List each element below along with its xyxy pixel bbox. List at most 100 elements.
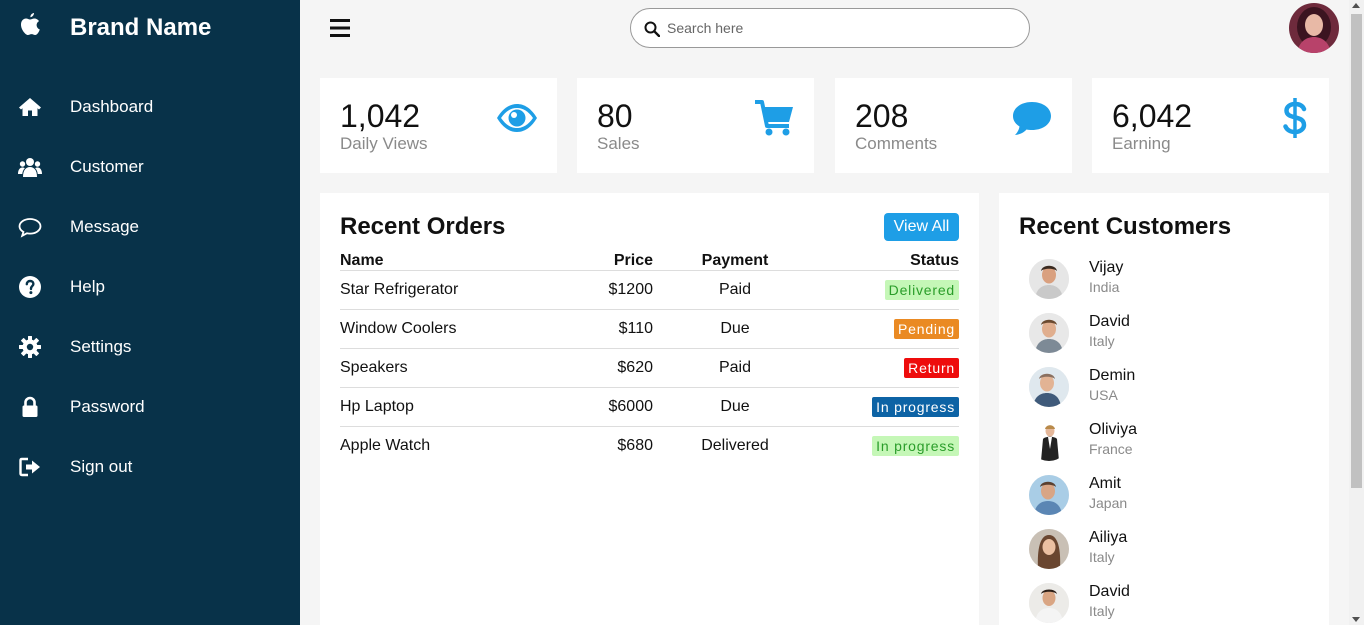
comment-icon (1013, 102, 1051, 135)
order-payment: Paid (653, 269, 817, 309)
sidebar-item-sign-out[interactable]: Sign out (0, 442, 300, 492)
sidebar-item-dashboard[interactable]: Dashboard (0, 82, 300, 132)
order-price: $620 (570, 347, 653, 387)
list-item[interactable]: Oliviya France (1029, 421, 1309, 475)
stat-card-comments[interactable]: 208 Comments (835, 78, 1072, 173)
col-status-header: Status (910, 251, 959, 269)
order-payment: Paid (653, 347, 817, 387)
sidebar-item-password[interactable]: Password (0, 382, 300, 432)
search-icon (644, 21, 660, 37)
card-label: Daily Views (340, 134, 428, 153)
page-scrollbar[interactable] (1349, 0, 1364, 625)
table-header-row: Name Price Payment Status (340, 249, 959, 270)
scroll-down-arrow[interactable] (1352, 617, 1360, 622)
help-icon (19, 276, 41, 298)
list-item[interactable]: David Italy (1029, 583, 1309, 625)
table-row[interactable]: Speakers $620 Paid Return (340, 347, 959, 387)
customer-name: Amit (1089, 475, 1121, 492)
customer-avatar (1029, 367, 1069, 407)
stat-card-earning[interactable]: 6,042 Earning (1092, 78, 1329, 173)
users-icon (18, 158, 42, 177)
sign-out-icon (19, 457, 40, 477)
table-row[interactable]: Window Coolers $110 Due Pending (340, 308, 959, 348)
sidebar-item-message[interactable]: Message (0, 202, 300, 252)
brand[interactable]: Brand Name (0, 0, 300, 58)
table-row[interactable]: Apple Watch $680 Delivered In progress (340, 425, 959, 465)
order-price: $110 (570, 308, 653, 348)
order-name: Speakers (340, 347, 570, 387)
list-item[interactable]: David Italy (1029, 313, 1309, 367)
card-label: Sales (597, 134, 640, 153)
col-payment-header: Payment (701, 251, 769, 269)
lock-icon (22, 396, 38, 417)
sidebar-item-label: Customer (70, 157, 144, 176)
customer-country: Japan (1089, 495, 1128, 511)
customer-name: Ailiya (1089, 529, 1128, 546)
customer-country: France (1089, 441, 1133, 457)
card-label: Earning (1112, 134, 1171, 153)
list-item[interactable]: Demin USA (1029, 367, 1309, 421)
search-input[interactable] (667, 15, 1017, 41)
scrollbar-thumb[interactable] (1351, 14, 1362, 488)
scroll-up-arrow[interactable] (1352, 3, 1360, 8)
view-all-button[interactable]: View All (884, 213, 959, 241)
order-payment: Delivered (653, 425, 817, 465)
sidebar-item-label: Help (70, 277, 105, 296)
home-icon (19, 98, 41, 116)
sidebar-item-label: Message (70, 217, 139, 236)
user-avatar[interactable] (1289, 3, 1339, 53)
status-badge: Return (904, 357, 959, 378)
table-row[interactable]: Hp Laptop $6000 Due In progress (340, 386, 959, 426)
eye-icon (497, 104, 537, 132)
dollar-icon (1283, 98, 1307, 138)
stat-card-views[interactable]: 1,042 Daily Views (320, 78, 557, 173)
sidebar-item-label: Password (70, 397, 145, 416)
order-name: Star Refrigerator (340, 269, 570, 309)
recent-orders-panel: Recent Orders View All Name Price Paymen… (320, 193, 979, 625)
list-item[interactable]: Ailiya Italy (1029, 529, 1309, 583)
recent-customers-title: Recent Customers (1019, 213, 1232, 240)
card-label: Comments (855, 134, 938, 153)
sidebar-item-customer[interactable]: Customer (0, 142, 300, 192)
recent-orders-title: Recent Orders (340, 213, 506, 240)
status-badge: In progress (872, 396, 959, 417)
col-price-header: Price (613, 251, 653, 269)
gear-icon (19, 336, 41, 358)
customer-country: USA (1089, 387, 1118, 403)
customer-name: Oliviya (1089, 421, 1138, 438)
order-payment: Due (653, 386, 817, 426)
table-row[interactable]: Star Refrigerator $1200 Paid Delivered (340, 269, 959, 309)
order-price: $6000 (570, 386, 653, 426)
list-item[interactable]: Amit Japan (1029, 475, 1309, 529)
order-name: Apple Watch (340, 425, 570, 465)
customer-name: Demin (1089, 367, 1136, 384)
order-name: Window Coolers (340, 308, 570, 348)
card-value: 1,042 (340, 98, 421, 134)
customer-country: Italy (1089, 549, 1115, 565)
sidebar-item-label: Dashboard (70, 97, 154, 116)
chat-icon (18, 218, 42, 238)
order-price: $680 (570, 425, 653, 465)
status-badge: In progress (872, 435, 959, 456)
customer-avatar (1029, 259, 1069, 299)
stat-card-sales[interactable]: 80 Sales (577, 78, 814, 173)
cart-icon (755, 100, 793, 136)
status-badge: Delivered (884, 279, 959, 300)
card-value: 208 (855, 98, 909, 134)
brand-name: Brand Name (70, 14, 212, 41)
status-badge: Pending (894, 318, 959, 339)
col-name-header: Name (340, 251, 384, 269)
customer-name: David (1089, 313, 1130, 330)
list-item[interactable]: Vijay India (1029, 259, 1309, 313)
customer-avatar (1029, 313, 1069, 353)
customer-country: Italy (1089, 333, 1115, 349)
sidebar-item-settings[interactable]: Settings (0, 322, 300, 372)
recent-customers-panel: Recent Customers Vijay India David Italy… (999, 193, 1329, 625)
menu-toggle-icon[interactable] (328, 16, 352, 40)
customer-avatar (1029, 583, 1069, 623)
card-value: 80 (597, 98, 633, 134)
order-name: Hp Laptop (340, 386, 570, 426)
sidebar: Brand Name Dashboard Customer Message He… (0, 0, 300, 625)
sidebar-item-help[interactable]: Help (0, 262, 300, 312)
customer-avatar (1029, 475, 1069, 515)
